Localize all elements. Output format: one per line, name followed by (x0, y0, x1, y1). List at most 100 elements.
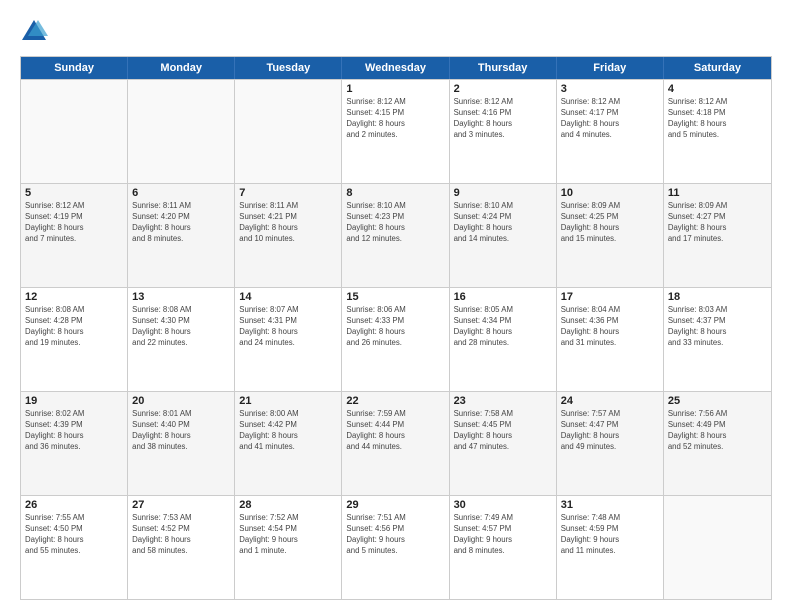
page: SundayMondayTuesdayWednesdayThursdayFrid… (0, 0, 792, 612)
cell-info: Sunrise: 8:12 AM Sunset: 4:16 PM Dayligh… (454, 97, 552, 141)
day-number: 23 (454, 395, 552, 407)
day-number: 7 (239, 187, 337, 199)
calendar-cell: 29 Sunrise: 7:51 AM Sunset: 4:56 PM Dayli… (342, 496, 449, 599)
day-number: 28 (239, 499, 337, 511)
calendar-cell: 31 Sunrise: 7:48 AM Sunset: 4:59 PM Dayli… (557, 496, 664, 599)
day-number: 22 (346, 395, 444, 407)
cell-info: Sunrise: 8:01 AM Sunset: 4:40 PM Dayligh… (132, 409, 230, 453)
header (20, 18, 772, 46)
day-number: 13 (132, 291, 230, 303)
cell-info: Sunrise: 8:08 AM Sunset: 4:30 PM Dayligh… (132, 305, 230, 349)
calendar: SundayMondayTuesdayWednesdayThursdayFrid… (20, 56, 772, 600)
day-number: 16 (454, 291, 552, 303)
calendar-cell: 5 Sunrise: 8:12 AM Sunset: 4:19 PM Daylig… (21, 184, 128, 287)
calendar-row: 19 Sunrise: 8:02 AM Sunset: 4:39 PM Dayli… (21, 391, 771, 495)
cell-info: Sunrise: 8:09 AM Sunset: 4:27 PM Dayligh… (668, 201, 767, 245)
calendar-cell: 7 Sunrise: 8:11 AM Sunset: 4:21 PM Daylig… (235, 184, 342, 287)
calendar-cell: 6Sunrise: 8:11 AM Sunset: 4:20 PM Daylig… (128, 184, 235, 287)
day-number: 10 (561, 187, 659, 199)
day-number: 6 (132, 187, 230, 199)
calendar-row: 5 Sunrise: 8:12 AM Sunset: 4:19 PM Daylig… (21, 183, 771, 287)
cell-info: Sunrise: 7:58 AM Sunset: 4:45 PM Dayligh… (454, 409, 552, 453)
calendar-header-row: SundayMondayTuesdayWednesdayThursdayFrid… (21, 57, 771, 79)
cell-info: Sunrise: 7:57 AM Sunset: 4:47 PM Dayligh… (561, 409, 659, 453)
calendar-cell (664, 496, 771, 599)
cell-info: Sunrise: 7:53 AM Sunset: 4:52 PM Dayligh… (132, 513, 230, 557)
calendar-cell: 19 Sunrise: 8:02 AM Sunset: 4:39 PM Dayli… (21, 392, 128, 495)
calendar-cell: 18Sunrise: 8:03 AM Sunset: 4:37 PM Dayli… (664, 288, 771, 391)
day-number: 20 (132, 395, 230, 407)
calendar-header-cell: Wednesday (342, 57, 449, 79)
calendar-cell: 1Sunrise: 8:12 AM Sunset: 4:15 PM Daylig… (342, 80, 449, 183)
calendar-cell (21, 80, 128, 183)
calendar-header-cell: Sunday (21, 57, 128, 79)
cell-info: Sunrise: 7:56 AM Sunset: 4:49 PM Dayligh… (668, 409, 767, 453)
calendar-cell: 9 Sunrise: 8:10 AM Sunset: 4:24 PM Daylig… (450, 184, 557, 287)
calendar-cell (235, 80, 342, 183)
cell-info: Sunrise: 8:09 AM Sunset: 4:25 PM Dayligh… (561, 201, 659, 245)
cell-info: Sunrise: 8:11 AM Sunset: 4:21 PM Dayligh… (239, 201, 337, 245)
day-number: 19 (25, 395, 123, 407)
calendar-cell: 15 Sunrise: 8:06 AM Sunset: 4:33 PM Dayli… (342, 288, 449, 391)
cell-info: Sunrise: 8:08 AM Sunset: 4:28 PM Dayligh… (25, 305, 123, 349)
day-number: 9 (454, 187, 552, 199)
cell-info: Sunrise: 7:51 AM Sunset: 4:56 PM Dayligh… (346, 513, 444, 557)
logo (20, 18, 52, 46)
calendar-cell: 30 Sunrise: 7:49 AM Sunset: 4:57 PM Dayli… (450, 496, 557, 599)
day-number: 31 (561, 499, 659, 511)
cell-info: Sunrise: 8:12 AM Sunset: 4:19 PM Dayligh… (25, 201, 123, 245)
calendar-cell: 10 Sunrise: 8:09 AM Sunset: 4:25 PM Dayli… (557, 184, 664, 287)
calendar-row: 26 Sunrise: 7:55 AM Sunset: 4:50 PM Dayli… (21, 495, 771, 599)
calendar-cell: 8Sunrise: 8:10 AM Sunset: 4:23 PM Daylig… (342, 184, 449, 287)
day-number: 4 (668, 83, 767, 95)
day-number: 27 (132, 499, 230, 511)
cell-info: Sunrise: 8:02 AM Sunset: 4:39 PM Dayligh… (25, 409, 123, 453)
calendar-cell: 24Sunrise: 7:57 AM Sunset: 4:47 PM Dayli… (557, 392, 664, 495)
day-number: 29 (346, 499, 444, 511)
cell-info: Sunrise: 8:10 AM Sunset: 4:24 PM Dayligh… (454, 201, 552, 245)
calendar-header-cell: Tuesday (235, 57, 342, 79)
calendar-cell: 11 Sunrise: 8:09 AM Sunset: 4:27 PM Dayli… (664, 184, 771, 287)
calendar-cell: 22 Sunrise: 7:59 AM Sunset: 4:44 PM Dayli… (342, 392, 449, 495)
day-number: 8 (346, 187, 444, 199)
calendar-cell: 17 Sunrise: 8:04 AM Sunset: 4:36 PM Dayli… (557, 288, 664, 391)
calendar-header-cell: Thursday (450, 57, 557, 79)
day-number: 17 (561, 291, 659, 303)
cell-info: Sunrise: 8:12 AM Sunset: 4:18 PM Dayligh… (668, 97, 767, 141)
cell-info: Sunrise: 8:07 AM Sunset: 4:31 PM Dayligh… (239, 305, 337, 349)
cell-info: Sunrise: 8:04 AM Sunset: 4:36 PM Dayligh… (561, 305, 659, 349)
cell-info: Sunrise: 7:55 AM Sunset: 4:50 PM Dayligh… (25, 513, 123, 557)
calendar-cell (128, 80, 235, 183)
calendar-cell: 14 Sunrise: 8:07 AM Sunset: 4:31 PM Dayli… (235, 288, 342, 391)
cell-info: Sunrise: 7:59 AM Sunset: 4:44 PM Dayligh… (346, 409, 444, 453)
day-number: 1 (346, 83, 444, 95)
day-number: 15 (346, 291, 444, 303)
calendar-cell: 26 Sunrise: 7:55 AM Sunset: 4:50 PM Dayli… (21, 496, 128, 599)
cell-info: Sunrise: 7:52 AM Sunset: 4:54 PM Dayligh… (239, 513, 337, 557)
day-number: 25 (668, 395, 767, 407)
calendar-cell: 25 Sunrise: 7:56 AM Sunset: 4:49 PM Dayli… (664, 392, 771, 495)
cell-info: Sunrise: 8:06 AM Sunset: 4:33 PM Dayligh… (346, 305, 444, 349)
day-number: 30 (454, 499, 552, 511)
calendar-row: 1Sunrise: 8:12 AM Sunset: 4:15 PM Daylig… (21, 79, 771, 183)
cell-info: Sunrise: 7:49 AM Sunset: 4:57 PM Dayligh… (454, 513, 552, 557)
calendar-header-cell: Monday (128, 57, 235, 79)
day-number: 18 (668, 291, 767, 303)
cell-info: Sunrise: 8:12 AM Sunset: 4:17 PM Dayligh… (561, 97, 659, 141)
logo-icon (20, 18, 48, 46)
calendar-cell: 23 Sunrise: 7:58 AM Sunset: 4:45 PM Dayli… (450, 392, 557, 495)
calendar-cell: 3 Sunrise: 8:12 AM Sunset: 4:17 PM Daylig… (557, 80, 664, 183)
calendar-header-cell: Saturday (664, 57, 771, 79)
calendar-cell: 2Sunrise: 8:12 AM Sunset: 4:16 PM Daylig… (450, 80, 557, 183)
calendar-cell: 16Sunrise: 8:05 AM Sunset: 4:34 PM Dayli… (450, 288, 557, 391)
day-number: 5 (25, 187, 123, 199)
calendar-cell: 12Sunrise: 8:08 AM Sunset: 4:28 PM Dayli… (21, 288, 128, 391)
day-number: 3 (561, 83, 659, 95)
calendar-cell: 13 Sunrise: 8:08 AM Sunset: 4:30 PM Dayli… (128, 288, 235, 391)
calendar-cell: 21Sunrise: 8:00 AM Sunset: 4:42 PM Dayli… (235, 392, 342, 495)
cell-info: Sunrise: 7:48 AM Sunset: 4:59 PM Dayligh… (561, 513, 659, 557)
calendar-cell: 20 Sunrise: 8:01 AM Sunset: 4:40 PM Dayli… (128, 392, 235, 495)
day-number: 26 (25, 499, 123, 511)
day-number: 14 (239, 291, 337, 303)
day-number: 11 (668, 187, 767, 199)
